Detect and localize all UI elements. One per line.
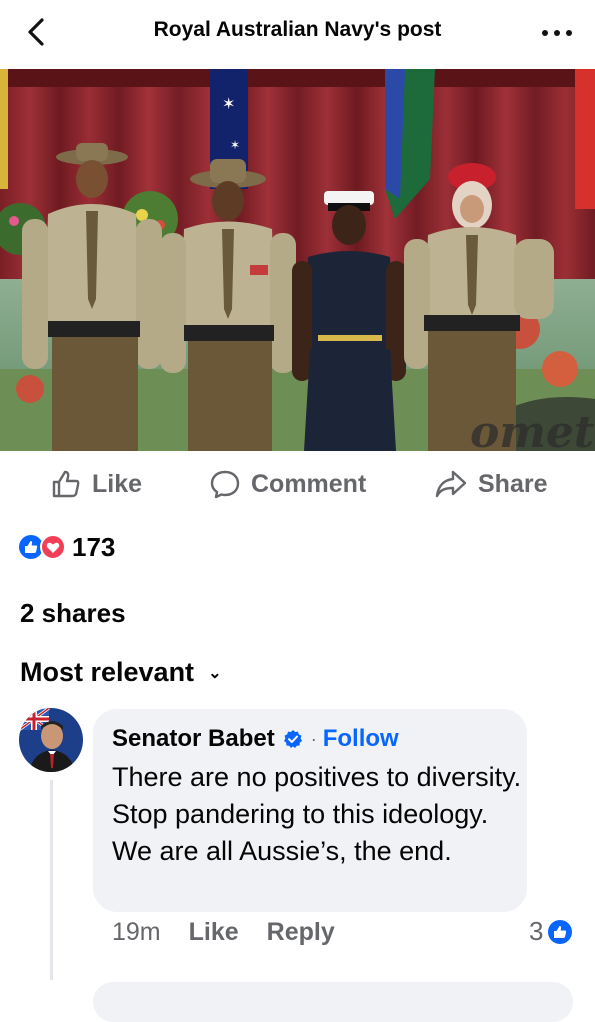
love-reaction-icon (40, 534, 66, 560)
comment-time[interactable]: 19m (112, 918, 161, 947)
comment-like-count: 3 (529, 916, 544, 946)
more-dot (566, 30, 572, 36)
share-label: Share (478, 469, 548, 498)
share-button[interactable]: Share (434, 462, 547, 506)
comment-text: There are no positives to diversity. Sto… (112, 762, 522, 866)
separator-dot: · (310, 728, 317, 749)
comment-reaction-count[interactable]: 3 (529, 916, 573, 947)
reaction-count: 173 (72, 531, 116, 562)
like-reaction-icon (548, 919, 573, 944)
like-button[interactable]: Like (50, 462, 142, 506)
avatar[interactable] (19, 708, 83, 772)
comment-meta: 19m Like Reply (112, 918, 363, 947)
profile-photo (19, 708, 83, 772)
group-photo-image: ✶ ✶ omet (0, 69, 595, 451)
thread-line (50, 780, 53, 980)
comment-button[interactable]: Comment (209, 462, 366, 506)
more-dot (554, 30, 560, 36)
comment-reply-button[interactable]: Reply (267, 918, 335, 947)
sort-label: Most relevant (20, 657, 195, 687)
comment-sort-selector[interactable]: Most relevant ⌄ (20, 657, 221, 688)
post-photo[interactable]: ✶ ✶ omet (0, 69, 595, 451)
svg-text:✶: ✶ (230, 138, 240, 152)
chevron-down-icon: ⌄ (208, 664, 222, 682)
comment-label: Comment (251, 469, 367, 498)
comment-like-button[interactable]: Like (189, 918, 239, 947)
thumbs-up-icon (52, 470, 80, 498)
verified-badge-icon (283, 730, 302, 748)
shares-count[interactable]: 2 shares (20, 598, 126, 629)
comment-bubble[interactable]: Senator Babet · Follow There are no posi… (93, 709, 527, 912)
reactions-summary[interactable]: 173 (18, 530, 115, 564)
more-options-button[interactable] (537, 15, 577, 49)
post-actions: Like Comment Share (0, 462, 595, 506)
next-comment-bubble[interactable] (93, 982, 573, 1022)
like-label: Like (92, 469, 143, 498)
comment-author[interactable]: Senator Babet (112, 725, 275, 753)
follow-button[interactable]: Follow (323, 725, 399, 753)
more-horizontal-icon (542, 30, 548, 36)
svg-text:omet: omet (470, 407, 594, 451)
comment-bubble-icon (210, 470, 240, 499)
top-bar: Royal Australian Navy's post (0, 0, 595, 66)
svg-text:✶: ✶ (222, 94, 235, 113)
page-title: Royal Australian Navy's post (153, 18, 442, 41)
comment-header: Senator Babet · Follow (112, 725, 399, 753)
share-arrow-icon (435, 470, 467, 498)
